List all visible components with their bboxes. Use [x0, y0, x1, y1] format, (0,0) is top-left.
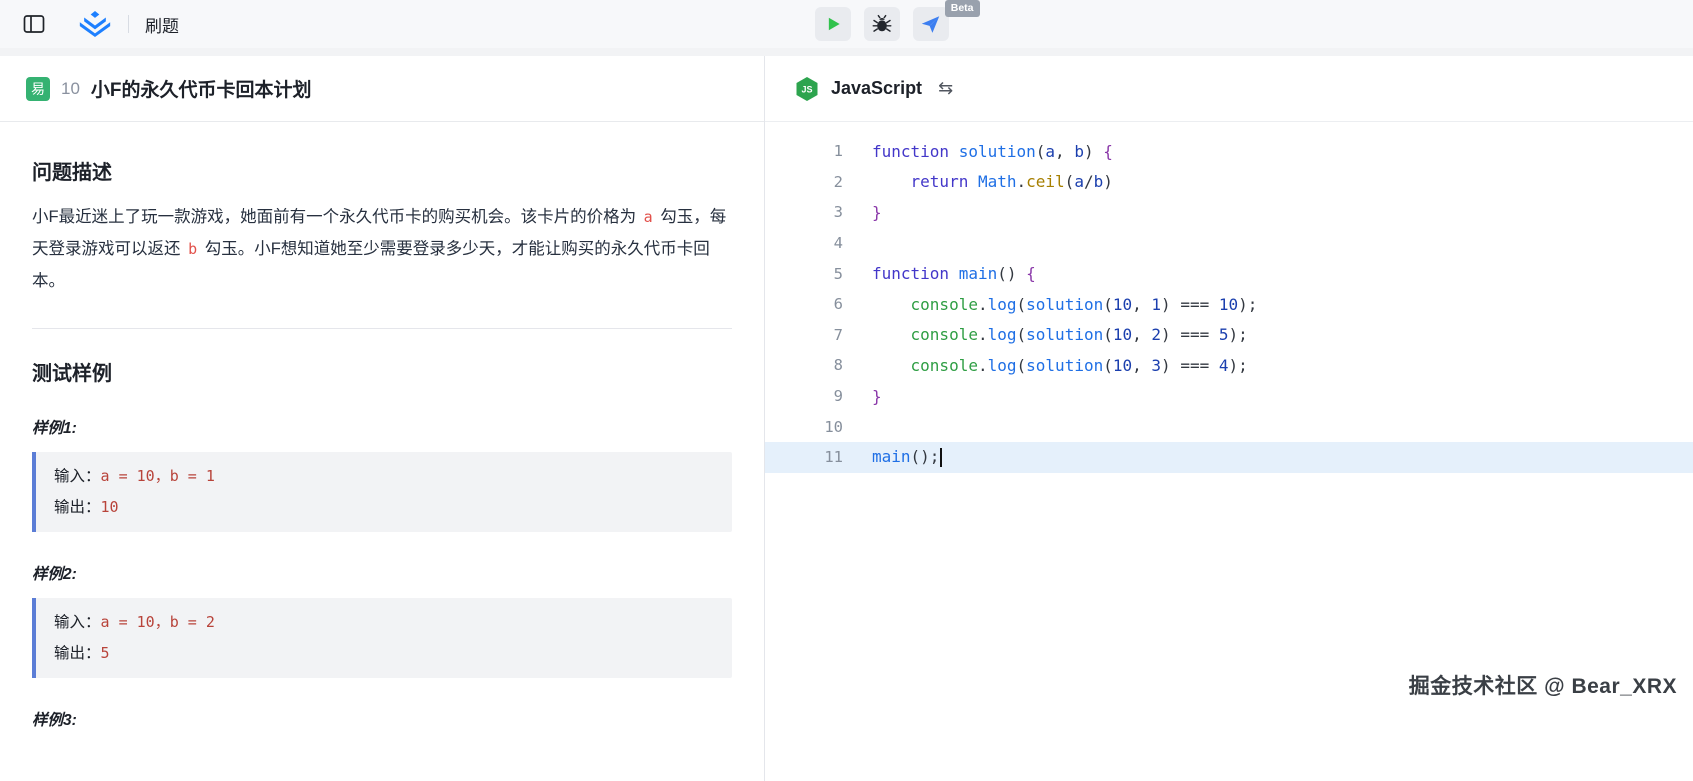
code-text: console.log(solution(10, 3) === 4); [843, 356, 1248, 375]
problem-panel: 易 10 小F的永久代币卡回本计划 问题描述 小F最近迷上了玩一款游戏，她面前有… [0, 56, 765, 781]
sidebar-toggle-button[interactable] [16, 7, 52, 41]
svg-text:JS: JS [801, 84, 812, 94]
code-line[interactable]: 2 return Math.ceil(a/b) [765, 167, 1693, 198]
juejin-logo-icon [78, 11, 112, 37]
code-line[interactable]: 4 [765, 228, 1693, 259]
language-switch-button[interactable]: ⇆ [934, 76, 957, 101]
code-text: function main() { [843, 264, 1036, 283]
code-text: } [843, 203, 882, 222]
sample-block: 输入：a = 10，b = 1输出：10 [32, 452, 732, 532]
sample-io-label: 输入： [54, 614, 101, 631]
section-divider [32, 328, 732, 329]
language-label: JavaScript [831, 78, 922, 99]
sample-io-code: 5 [101, 644, 110, 662]
code-line[interactable]: 1function solution(a, b) { [765, 136, 1693, 167]
sample-block: 输入：a = 10，b = 2输出：5 [32, 598, 732, 678]
samples-heading: 测试样例 [32, 357, 732, 386]
line-number: 8 [765, 356, 843, 374]
code-line[interactable]: 10 [765, 411, 1693, 442]
sample-io-code: 10 [101, 498, 119, 516]
line-number: 3 [765, 203, 843, 221]
line-number: 9 [765, 387, 843, 405]
submit-button[interactable]: Beta [913, 7, 949, 41]
code-line[interactable]: 7 console.log(solution(10, 2) === 5); [765, 320, 1693, 351]
line-number: 5 [765, 265, 843, 283]
sample-io-label: 输出： [54, 499, 101, 516]
samples-container: 样例1:输入：a = 10，b = 1输出：10样例2:输入：a = 10，b … [32, 416, 732, 730]
text-cursor [940, 448, 942, 467]
beta-badge: Beta [945, 0, 980, 17]
code-text: function solution(a, b) { [843, 142, 1113, 161]
sample-io-code: a = 10，b = 2 [101, 613, 215, 631]
topbar-divider [128, 15, 129, 33]
difficulty-badge: 易 [26, 77, 50, 101]
sample-io-label: 输入： [54, 468, 101, 485]
app-title: 刷题 [145, 12, 179, 37]
description-heading: 问题描述 [32, 156, 732, 185]
code-line[interactable]: 5function main() { [765, 258, 1693, 289]
code-text: console.log(solution(10, 1) === 10); [843, 295, 1257, 314]
sample-io-label: 输出： [54, 645, 101, 662]
problem-title: 小F的永久代币卡回本计划 [91, 75, 312, 102]
problem-header: 易 10 小F的永久代币卡回本计划 [0, 56, 764, 122]
paper-plane-icon [920, 14, 941, 35]
code-line[interactable]: 3} [765, 197, 1693, 228]
code-text: } [843, 387, 882, 406]
line-number: 10 [765, 418, 843, 436]
line-number: 4 [765, 234, 843, 252]
play-icon [823, 14, 843, 34]
problem-id: 10 [61, 79, 80, 99]
editor-header: JS JavaScript ⇆ [765, 56, 1693, 122]
bug-icon [872, 14, 892, 34]
sample-label: 样例3: [32, 708, 732, 730]
problem-body: 问题描述 小F最近迷上了玩一款游戏，她面前有一个永久代币卡的购买机会。该卡片的价… [0, 122, 764, 730]
code-line[interactable]: 6 console.log(solution(10, 1) === 10); [765, 289, 1693, 320]
sample-io-code: a = 10，b = 1 [101, 467, 215, 485]
topbar-actions: Beta [815, 7, 949, 41]
description-text: 小F最近迷上了玩一款游戏，她面前有一个永久代币卡的购买机会。该卡片的价格为 [32, 208, 641, 226]
line-number: 1 [765, 142, 843, 160]
problem-description: 小F最近迷上了玩一款游戏，她面前有一个永久代币卡的购买机会。该卡片的价格为 a … [32, 201, 732, 298]
line-number: 2 [765, 173, 843, 191]
sample-label: 样例1: [32, 416, 732, 438]
code-line[interactable]: 11main(); [765, 442, 1693, 473]
code-line[interactable]: 8 console.log(solution(10, 3) === 4); [765, 350, 1693, 381]
javascript-icon: JS [795, 76, 819, 102]
code-text: return Math.ceil(a/b) [843, 172, 1113, 191]
code-line[interactable]: 9} [765, 381, 1693, 412]
debug-button[interactable] [864, 7, 900, 41]
topbar: 刷题 [0, 0, 1693, 48]
line-number: 6 [765, 295, 843, 313]
inline-code: b [185, 240, 200, 258]
inline-code: a [641, 208, 656, 226]
run-button[interactable] [815, 7, 851, 41]
code-editor[interactable]: 1function solution(a, b) {2 return Math.… [765, 122, 1693, 473]
sidebar-toggle-icon [23, 14, 45, 34]
sample-label: 样例2: [32, 562, 732, 584]
watermark: 掘金技术社区 @ Bear_XRX [1409, 670, 1677, 700]
code-text: main(); [843, 447, 942, 467]
code-text: console.log(solution(10, 2) === 5); [843, 325, 1248, 344]
line-number: 11 [765, 448, 843, 466]
line-number: 7 [765, 326, 843, 344]
